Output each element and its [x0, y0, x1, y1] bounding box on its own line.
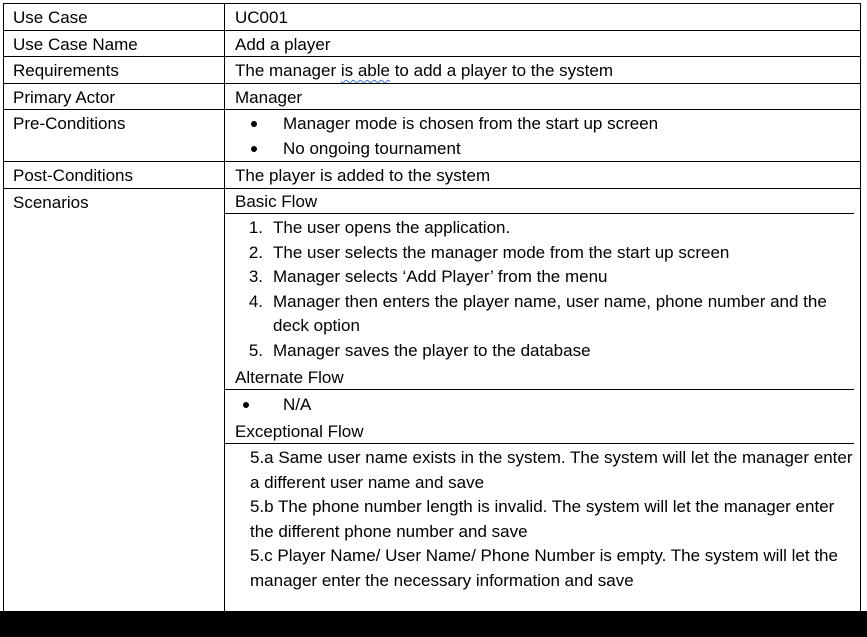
alternate-flow-title: Alternate Flow [225, 365, 854, 390]
label-post-conditions: Post-Conditions [4, 162, 225, 188]
list-item: N/A [225, 392, 854, 417]
use-case-table: Use Case UC001 Use Case Name Add a playe… [3, 3, 861, 617]
alternate-flow-items: N/A [225, 390, 860, 419]
list-item: No ongoing tournament [235, 136, 860, 161]
label-requirements: Requirements [4, 57, 225, 83]
label-primary-actor: Primary Actor [4, 84, 225, 109]
list-item: 5. Manager saves the player to the databa… [225, 339, 854, 364]
value-pre-conditions: Manager mode is chosen from the start up… [225, 110, 861, 161]
list-item: 3. Manager selects ‘Add Player’ from the … [225, 265, 854, 290]
label-use-case-name: Use Case Name [4, 31, 225, 56]
list-item: 2. The user selects the manager mode from… [225, 241, 854, 266]
step-text: Manager selects ‘Add Player’ from the me… [273, 267, 608, 286]
row-scenarios: Scenarios Basic Flow 1. The user opens th… [4, 189, 861, 617]
value-use-case-name: Add a player [225, 31, 861, 56]
step-number: 2. [248, 242, 263, 262]
exceptional-flow-title: Exceptional Flow [225, 419, 854, 444]
step-text: Manager saves the player to the database [273, 340, 591, 360]
label-pre-conditions: Pre-Conditions [4, 110, 225, 161]
step-number: 4. [248, 291, 263, 311]
label-scenarios: Scenarios [4, 189, 225, 617]
value-scenarios: Basic Flow 1. The user opens the applicat… [225, 189, 861, 617]
list-item: 5.c Player Name/ User Name/ Phone Number… [250, 546, 838, 590]
step-text: The user opens the application. [273, 218, 511, 237]
list-item: Manager mode is chosen from the start up… [235, 111, 860, 136]
row-pre-conditions: Pre-Conditions Manager mode is chosen fr… [4, 110, 861, 162]
spellcheck-squiggle-text: is able [340, 61, 390, 80]
row-post-conditions: Post-Conditions The player is added to t… [4, 162, 861, 189]
row-use-case: Use Case UC001 [4, 4, 861, 31]
step-number: 1. [248, 218, 263, 237]
basic-flow-steps: 1. The user opens the application. 2. The … [225, 214, 860, 365]
list-item: 5.a Same user name exists in the system.… [250, 448, 853, 492]
value-use-case: UC001 [225, 4, 861, 30]
value-requirements: The manager is able to add a player to t… [225, 57, 861, 83]
basic-flow-title: Basic Flow [225, 189, 854, 214]
list-item: 5.b The phone number length is invalid. … [250, 497, 835, 541]
bottom-black-bar [0, 611, 867, 637]
list-item: 4. Manager then enters the player name, u… [225, 290, 854, 339]
value-primary-actor: Manager [225, 84, 861, 109]
step-number: 5. [248, 340, 263, 360]
requirements-text-pre: The manager [235, 61, 341, 80]
row-use-case-name: Use Case Name Add a player [4, 31, 861, 57]
exceptional-flow-items: 5.a Same user name exists in the system.… [225, 444, 860, 595]
requirements-text-post: to add a player to the system [389, 61, 613, 80]
row-primary-actor: Primary Actor Manager [4, 84, 861, 110]
step-number: 3. [248, 267, 263, 286]
step-text: Manager then enters the player name, use… [273, 291, 827, 336]
list-item: 1. The user opens the application. [225, 216, 854, 241]
step-text: The user selects the manager mode from t… [273, 242, 730, 262]
row-requirements: Requirements The manager is able to add … [4, 57, 861, 84]
value-post-conditions: The player is added to the system [225, 162, 861, 188]
label-use-case: Use Case [4, 4, 225, 30]
